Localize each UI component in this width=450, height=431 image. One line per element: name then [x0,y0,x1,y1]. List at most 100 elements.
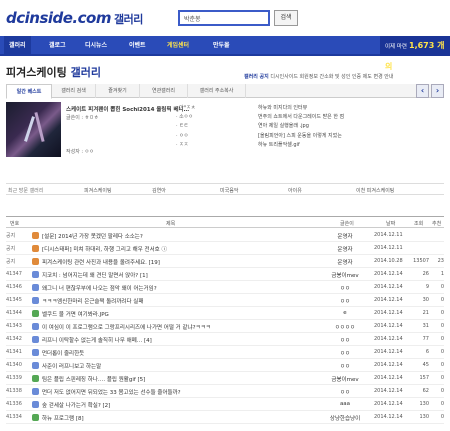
post-writer[interactable]: ㅇㅇ [322,336,368,344]
header-writer: 글쓴이 [340,221,354,227]
recent-galleries: 최근 방문 갤러리 피겨스케이팅 김연아 미국음악 아이유 이천 피겨스케이팅 [6,183,444,195]
table-row[interactable]: 41338 먼더 저도 없어지면 뒤되었는 33 몸고있는 선수들 줄어들까? ㅇㅇ… [6,385,444,398]
post-recommend: 0 [440,297,444,303]
post-recommend: 0 [440,362,444,368]
table-row[interactable]: 41345 ㅋㅋㅋ엠신한마리 은근슬쩍 돌려까려다 실패 ㅇㅇ 2014.12.14 3… [6,294,444,307]
header-recommend: 추천 [432,221,442,227]
nav-item-mall[interactable]: 만두몰 [208,36,235,56]
carousel-arrows: ‹ › [416,84,444,98]
tab-related-gallery[interactable]: 연관갤러리 [140,84,188,98]
chevron-left-icon[interactable]: ‹ [416,84,429,98]
chevron-right-icon[interactable]: › [431,84,444,98]
post-writer[interactable]: ㅇㅇ [322,349,368,357]
post-writer[interactable]: 금봉이mev [322,375,368,383]
list-item[interactable]: 번주의 쇼트에서 다운그레이드 받은 한 점 [258,113,444,122]
post-title[interactable]: ㅋㅋㅋ엠신한마리 은근슬쩍 돌려까려다 실패 [42,297,312,305]
list-item[interactable]: 하뉴와 미지다의 인터뷰 [258,104,444,113]
table-row[interactable]: 공지 [설문] 2014년 가장 못겠던 팔레다 소소는? 운영자 2014.12.1… [6,229,444,242]
recent-gallery-item[interactable]: 미국음악 [220,187,238,194]
post-writer[interactable]: ㅇㅇ [322,362,368,370]
post-title[interactable]: 벨쿠드 물 거면 여기봐라.JPG [42,310,312,318]
post-writer[interactable]: ㅇㅇ [322,388,368,396]
table-row[interactable]: 41344 벨쿠드 물 거면 여기봐라.JPG e 2014.12.14 21 0 [6,307,444,320]
table-row[interactable]: 41343 이 여심이 이 프로그램으로 그랑프리시리즈에 나가면 어떨 거 같냐… [6,320,444,333]
post-title[interactable]: 하뉴 프로그램 [8] [42,414,312,422]
tab-favorites[interactable]: 즐겨찾기 [96,84,140,98]
post-title[interactable]: 왜그니 너 편찮우부에 나오는 점악 왜이 어는거임? [42,284,312,292]
post-views: 157 [419,375,429,381]
search-input[interactable]: 박춘봉 [178,10,270,26]
recent-gallery-item[interactable]: 김연아 [152,187,166,194]
post-title[interactable]: 지코치 : 넘어지는데 왜 견딘 말면서 앉아? [1] [42,271,312,279]
table-row[interactable]: 공지 피겨스케이팅 관련 사진과 내용을 올려주세요. [19] 운영자 2014.1… [6,255,444,268]
list-item[interactable]: [올림피언아] 스피 운동을 이렇게 지었는 [258,132,444,141]
table-row[interactable]: 41334 하뉴 프로그램 [8] 상냥한습냥이 2014.12.14 130 0 [6,411,444,424]
post-title[interactable]: 먼더 저도 없어지면 뒤되었는 33 몸고있는 선수들 줄어들까? [42,388,312,396]
gallery-title-suffix: 갤러리 [70,66,101,79]
tab-gallery-search[interactable]: 갤러리 검색 [52,84,96,98]
post-title[interactable]: 피겨스케이팅 관련 사진과 내용을 올려주세요. [19] [42,258,312,266]
gallery-count: 이제 마련 1,673 개의 [380,36,450,71]
list-item[interactable]: · ㅌㅌ [176,122,256,131]
notice-icon [32,245,39,252]
nav-item-event[interactable]: 이벤트 [124,36,151,56]
gallery-title[interactable]: 피겨스케이팅 갤러리 [6,64,101,80]
list-item[interactable]: 하뉴 트리플악셀.gif [258,141,444,150]
post-date: 2014.12.14 [374,388,403,394]
table-header: 번호 제목 글쓴이 날짜 조회 추천 [6,216,444,228]
post-writer[interactable]: ㅇㅇㅇㅇ [322,323,368,331]
header-num: 번호 [10,221,20,227]
recent-gallery-item[interactable]: 피겨스케이팅 [84,187,112,194]
post-recommend: 0 [440,401,444,407]
list-item[interactable]: · ㅈㅈ [176,141,256,150]
table-row[interactable]: 41339 팀은 플립 스핀레징 하나…. 플립 원활gif [5] 금봉이mev 2… [6,372,444,385]
post-number: 41341 [6,349,22,355]
nav-item-game-center[interactable]: 게임센터 [162,36,194,56]
site-logo[interactable]: dcinside.com 갤러리 [6,9,143,27]
table-row[interactable]: 41341 먼더롭이 줄리한듯 ㅇㅇ 2014.12.14 6 0 [6,346,444,359]
post-title[interactable]: 먼더롭이 줄리한듯 [42,349,312,357]
post-writer[interactable]: 상냥한습냥이 [322,414,368,422]
post-writer[interactable]: 운영자 [322,245,368,253]
search-button[interactable]: 검색 [274,10,298,26]
list-item[interactable]: 연아 제일 실행올래 .jpg [258,122,444,131]
recent-gallery-item[interactable]: 아이유 [288,187,302,194]
post-title[interactable]: 리프니 이탁할수 없는게 솔직히 나무 애폐… [4] [42,336,312,344]
main-nav: 갤러리 갤로그 디시뉴스 이벤트 게임센터 만두몰 이제 마련 1,673 개의 [0,36,450,71]
post-title[interactable]: 팀은 플립 스핀레징 하나…. 플립 원활gif [5] [42,375,312,383]
nav-item-news[interactable]: 디시뉴스 [80,36,112,56]
post-title[interactable]: [디시스태퍼] 미쳐 하대리, 하행 그리고 해우 전서호 ⓘ [42,245,312,253]
post-title[interactable]: 사준이 러프니보고 하는말 [42,362,312,370]
image-post-icon [32,310,39,317]
list-item[interactable]: · 아*ㅈㅊ [176,104,256,113]
featured-image[interactable] [6,102,61,157]
tab-copy-address[interactable]: 갤러리 주소복사 [188,84,246,98]
gallery-notice[interactable]: 갤러리 공지 디시인사이드 회원정보 간소화 및 성인 인증 제도 변경 안내 [244,73,393,80]
post-writer[interactable]: 금봉이mev [322,271,368,279]
list-item[interactable]: · 소ㅇㅇ [176,113,256,122]
tab-daily-best[interactable]: 일간 베스트 [6,84,52,99]
table-row[interactable]: 41340 사준이 러프니보고 하는말 ㅇㅇ 2014.12.14 45 0 [6,359,444,372]
post-title[interactable]: 이 여심이 이 프로그램으로 그랑프리시리즈에 나가면 어떨 거 같냐?ㅋㅋㅋ [42,323,312,331]
post-views: 130 [419,414,429,420]
post-writer[interactable]: 운영자 [322,258,368,266]
text-post-icon [32,349,39,356]
list-item[interactable]: · ㅇㅇ [176,132,256,141]
post-title[interactable]: 숲 걷세살 나가는거 확실? [2] [42,401,312,409]
post-date: 2014.10.28 [374,258,403,264]
post-writer[interactable]: e [322,310,368,316]
post-writer[interactable]: 운영자 [322,232,368,240]
post-title[interactable]: [설문] 2014년 가장 못겠던 팔레다 소소는? [42,232,312,240]
nav-item-gallog[interactable]: 갤로그 [44,36,71,56]
post-writer[interactable]: aaa [322,401,368,407]
recent-gallery-item[interactable]: 이천 피겨스케이팅 [356,187,394,194]
post-writer[interactable]: ㅇㅇ [322,284,368,292]
table-row[interactable]: 41346 왜그니 너 편찮우부에 나오는 점악 왜이 어는거임? ㅇㅇ 2014.1… [6,281,444,294]
table-row[interactable]: 41342 리프니 이탁할수 없는게 솔직히 나무 애폐… [4] ㅇㅇ 2014.1… [6,333,444,346]
post-recommend: 0 [440,414,444,420]
nav-item-gallery[interactable]: 갤러리 [4,36,31,56]
table-row[interactable]: 41336 숲 걷세살 나가는거 확실? [2] aaa 2014.12.14 130 0 [6,398,444,411]
post-writer[interactable]: ㅇㅇ [322,297,368,305]
table-row[interactable]: 공지 [디시스태퍼] 미쳐 하대리, 하행 그리고 해우 전서호 ⓘ 운영자 2014… [6,242,444,255]
table-row[interactable]: 41347 지코치 : 넘어지는데 왜 견딘 말면서 앉아? [1] 금봉이mev 2… [6,268,444,281]
